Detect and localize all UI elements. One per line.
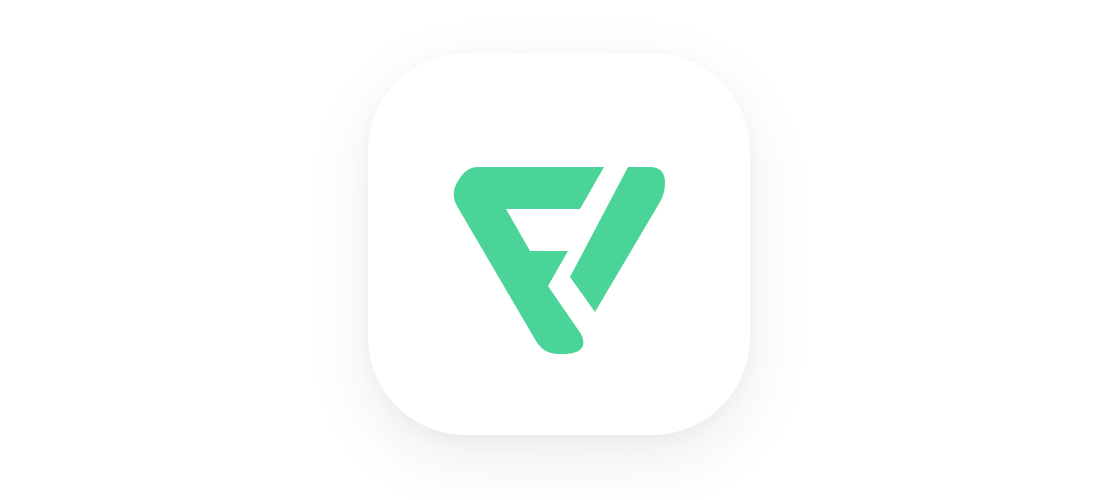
- fv-logo-icon: [453, 167, 665, 354]
- app-icon-tile[interactable]: [368, 53, 750, 435]
- canvas: [0, 0, 1100, 500]
